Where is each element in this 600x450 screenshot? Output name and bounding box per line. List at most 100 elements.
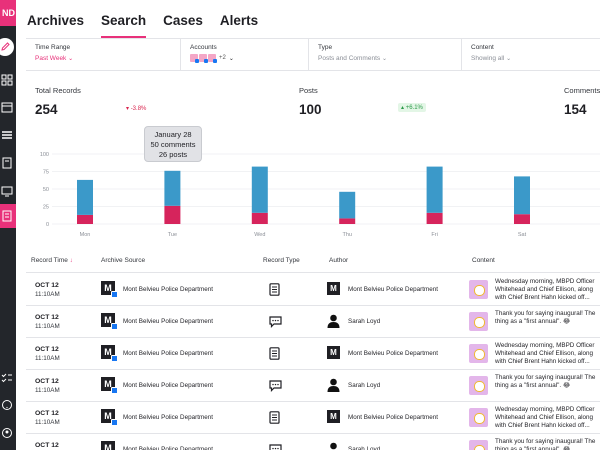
content-preview[interactable]: Wednesday morning, MBPD Officer Whitehea… [495, 406, 600, 432]
time-range-value: Past Week ⌄ [35, 55, 74, 62]
calendar-icon[interactable] [0, 100, 16, 114]
checklist-icon[interactable] [0, 371, 16, 385]
record-time: 11:10AM [35, 419, 60, 426]
record-time-header[interactable]: Record Time ↓ [31, 257, 73, 264]
table-header: Record Time ↓ Archive Source Record Type… [26, 253, 600, 273]
archive-source-name[interactable]: Mont Belvieu Police Department [123, 382, 213, 389]
main-tabs: Archives Search Cases Alerts [27, 12, 258, 38]
archive-source-name[interactable]: Mont Belvieu Police Department [123, 318, 213, 325]
author-name[interactable]: Sarah Loyd [348, 318, 380, 325]
monitor-icon[interactable] [0, 184, 16, 198]
content-filter[interactable]: Content Showing all ⌄ [462, 39, 600, 70]
tab-cases[interactable]: Cases [163, 12, 203, 34]
content-preview[interactable]: Wednesday morning, MBPD Officer Whitehea… [495, 278, 600, 304]
app-logo[interactable]: ND [0, 0, 16, 26]
record-time: 11:10AM [35, 387, 60, 394]
dashboard-icon[interactable] [0, 73, 16, 87]
bar-comments[interactable] [251, 166, 268, 213]
bar-comments[interactable] [164, 170, 181, 206]
accounts-avatars: +2 ⌄ [190, 54, 299, 63]
archive-source-name[interactable]: Mont Belvieu Police Department [123, 446, 213, 450]
type-label: Type [318, 44, 333, 51]
bar-posts[interactable] [164, 205, 181, 224]
bar-comments[interactable] [426, 166, 443, 213]
record-date: OCT 12 [35, 314, 59, 321]
person-icon [327, 442, 340, 450]
total-records-change: ▾ -3.8% [126, 106, 147, 112]
account-icon[interactable] [0, 426, 16, 440]
y-tick-label: 100 [40, 152, 49, 158]
archive-source-name[interactable]: Mont Belvieu Police Department [123, 286, 213, 293]
bar-comments[interactable] [339, 191, 356, 219]
table-row[interactable]: OCT 1211:10AMMMont Belvieu Police Depart… [26, 338, 600, 370]
content-preview[interactable]: Thank you for saying inaugural! The thin… [495, 438, 600, 450]
time-range-filter[interactable]: Time Range Past Week ⌄ [26, 39, 181, 70]
record-date: OCT 12 [35, 346, 59, 353]
bar-comments[interactable] [514, 176, 530, 215]
content-thumbnail[interactable] [469, 408, 488, 427]
bar-posts[interactable] [251, 212, 268, 224]
sort-down-icon: ↓ [69, 258, 73, 264]
record-time: 11:10AM [35, 291, 60, 298]
accounts-label: Accounts [190, 44, 217, 51]
comments-label: Comments [564, 86, 600, 95]
content-thumbnail[interactable] [469, 280, 488, 299]
author-name[interactable]: Sarah Loyd [348, 382, 380, 389]
list-icon[interactable] [0, 128, 16, 142]
bar-posts[interactable] [77, 214, 93, 224]
record-date: OCT 12 [35, 282, 59, 289]
record-time: 11:10AM [35, 323, 60, 330]
author-header[interactable]: Author [329, 257, 348, 264]
document-icon[interactable] [0, 156, 16, 170]
table-row[interactable]: OCT 12 11:10AM M Mont Belvieu Police Depart… [26, 274, 600, 306]
accounts-filter[interactable]: Accounts +2 ⌄ [181, 39, 309, 70]
table-row[interactable]: OCT 12 11:10AM M Mont Belvieu Police Depart… [26, 306, 600, 338]
x-tick-label: Mon [80, 232, 91, 238]
content-header[interactable]: Content [472, 257, 495, 264]
tab-alerts[interactable]: Alerts [220, 12, 258, 34]
archive-source-name[interactable]: Mont Belvieu Police Department [123, 414, 213, 421]
help-icon[interactable] [0, 398, 16, 412]
y-tick-label: 0 [46, 222, 49, 228]
content-preview[interactable]: Thank you for saying inaugural! The thin… [495, 374, 600, 400]
x-tick-label: Thu [342, 232, 351, 238]
bar-posts[interactable] [339, 218, 356, 224]
content-preview[interactable]: Wednesday morning, MBPD Officer Whitehea… [495, 342, 600, 368]
chevron-down-icon: ⌄ [68, 56, 74, 62]
content-thumbnail[interactable] [469, 344, 488, 363]
source-logo: M [101, 313, 118, 330]
account-avatar-icon [199, 54, 208, 63]
author-name[interactable]: Mont Belvieu Police Department [348, 414, 438, 421]
records-bar-chart: 0 25 50 75 100 Mon Tue Wed Thu Fri Sat [40, 152, 600, 238]
tab-search[interactable]: Search [101, 12, 147, 38]
compose-icon[interactable] [0, 38, 14, 56]
y-tick-label: 75 [43, 170, 49, 176]
comment-icon [269, 379, 282, 397]
archive-source-header[interactable]: Archive Source [101, 257, 145, 264]
source-logo: M [101, 409, 118, 426]
bar-posts[interactable] [426, 212, 443, 224]
tab-archives[interactable]: Archives [27, 12, 84, 34]
record-type-header[interactable]: Record Type [263, 257, 300, 264]
author-name[interactable]: Mont Belvieu Police Department [348, 286, 438, 293]
bar-posts[interactable] [514, 214, 530, 224]
author-name[interactable]: Sarah Loyd [348, 446, 380, 450]
table-row[interactable]: OCT 1211:10AMMMont Belvieu Police Depart… [26, 402, 600, 434]
type-filter[interactable]: Type Posts and Comments ⌄ [309, 39, 462, 70]
content-thumbnail[interactable] [469, 440, 488, 450]
content-thumbnail[interactable] [469, 376, 488, 395]
content-preview[interactable]: Thank you for saying inaugural! The thin… [495, 310, 600, 336]
author-name[interactable]: Mont Belvieu Police Department [348, 350, 438, 357]
source-logo: M [101, 281, 118, 298]
filter-bar: Time Range Past Week ⌄ Accounts +2 ⌄ Typ… [26, 38, 600, 71]
accounts-more-count: +2 [219, 55, 226, 61]
content-thumbnail[interactable] [469, 312, 488, 331]
facebook-icon [111, 355, 118, 362]
archive-source-name[interactable]: Mont Belvieu Police Department [123, 350, 213, 357]
search-nav-item[interactable] [0, 204, 16, 228]
content-label: Content [471, 44, 494, 51]
table-row[interactable]: OCT 1211:10AMMMont Belvieu Police Depart… [26, 434, 600, 450]
bar-comments[interactable] [77, 179, 93, 215]
record-time: 11:10AM [35, 355, 60, 362]
table-row[interactable]: OCT 1211:10AMMMont Belvieu Police Depart… [26, 370, 600, 402]
